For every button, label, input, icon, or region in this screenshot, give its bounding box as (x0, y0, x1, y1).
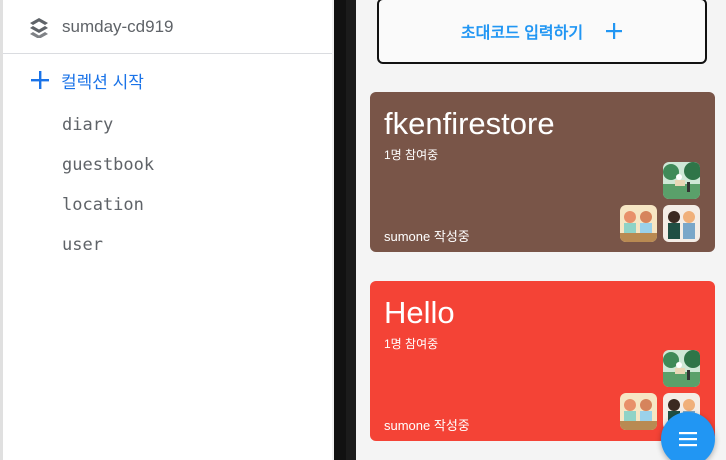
invite-code-button[interactable]: 초대코드 입력하기 (377, 0, 707, 64)
project-name: sumday-cd919 (62, 17, 174, 36)
collection-item-guestbook[interactable]: guestbook (62, 155, 154, 175)
diary-card[interactable]: Hello 1명 참여중 sumone 작성중 (370, 281, 715, 441)
card-participants: 1명 참여중 (384, 148, 439, 162)
phone-bezel (334, 0, 346, 460)
firestore-panel: sumday-cd919 컬렉션 시작 diary guestbook loca… (0, 0, 332, 460)
plus-icon (31, 71, 49, 89)
menu-fab-button[interactable] (661, 412, 715, 460)
start-collection-label: 컬렉션 시작 (61, 72, 144, 92)
collection-item-location[interactable]: location (62, 195, 144, 215)
project-header: sumday-cd919 (3, 0, 332, 54)
collection-item-diary[interactable]: diary (62, 115, 113, 135)
park-illustration-avatar (663, 162, 700, 199)
card-author: sumone 작성중 (384, 229, 470, 244)
menu-icon (679, 432, 697, 447)
card-title: fkenfirestore (384, 106, 555, 141)
card-participants: 1명 참여중 (384, 337, 439, 351)
couple-illustration-avatar (663, 205, 700, 242)
database-icon (30, 18, 48, 38)
collection-item-user[interactable]: user (62, 235, 103, 255)
friends-illustration-avatar (620, 393, 657, 430)
friends-illustration-avatar (620, 205, 657, 242)
plus-icon (606, 23, 623, 39)
phone-bezel-edge (346, 0, 356, 460)
start-collection-button[interactable]: 컬렉션 시작 (29, 64, 144, 96)
diary-card[interactable]: fkenfirestore 1명 참여중 sumone 작성중 (370, 92, 715, 252)
card-author: sumone 작성중 (384, 418, 470, 433)
card-title: Hello (384, 295, 455, 330)
invite-code-label: 초대코드 입력하기 (460, 25, 584, 42)
park-illustration-avatar (663, 350, 700, 387)
phone-screen: 초대코드 입력하기 fkenfirestore 1명 참여중 sumone 작성… (356, 0, 726, 460)
